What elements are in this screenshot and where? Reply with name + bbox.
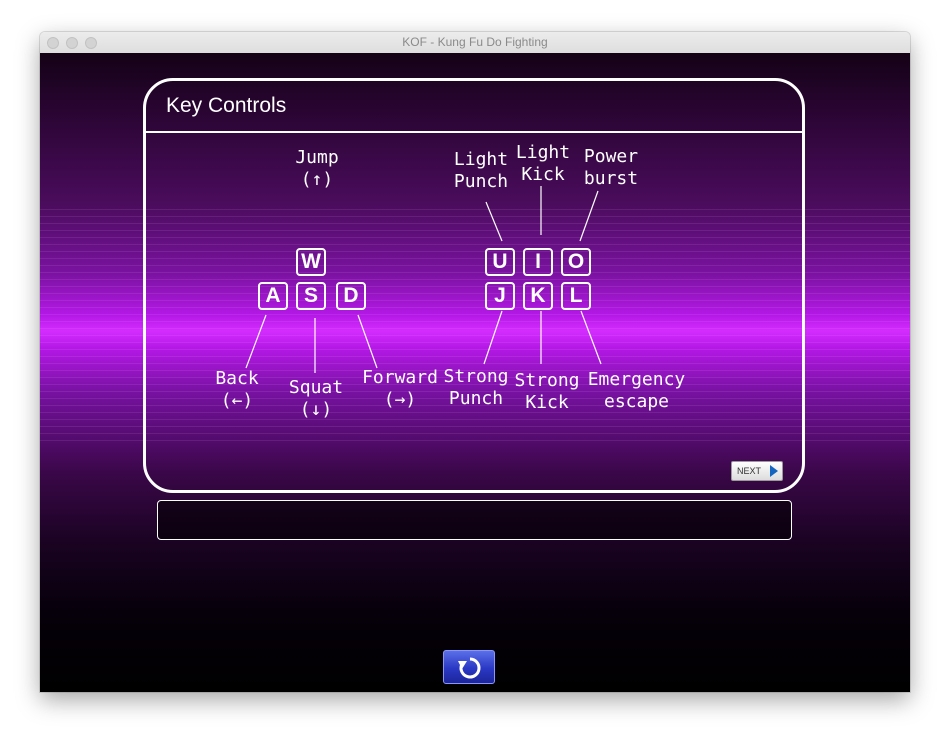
label-emergency-escape: Emergency escape [587,369,686,412]
close-window-button[interactable] [47,37,59,49]
message-box [157,500,792,540]
key-controls-panel: Key Controls W A S D U I O J K L Jump (↑… [143,78,805,493]
next-button[interactable]: NEXT [731,461,783,481]
line-emergency-escape [580,310,602,365]
key-l: L [561,282,591,310]
key-s: S [296,282,326,310]
key-u: U [485,248,515,276]
line-power-burst [579,190,599,242]
next-button-label: NEXT [737,466,762,476]
key-o: O [561,248,591,276]
label-squat: Squat (↓) [288,377,344,420]
key-j: J [485,282,515,310]
label-jump: Jump (↑) [295,147,339,190]
key-w: W [296,248,326,276]
label-back: Back (←) [215,368,259,411]
restart-button[interactable] [443,650,495,684]
app-window: KOF - Kung Fu Do Fighting Key Controls W… [40,32,910,692]
key-d: D [336,282,366,310]
arrow-right-icon [770,465,778,477]
line-back [245,314,267,369]
title-bar: KOF - Kung Fu Do Fighting [40,32,910,54]
minimize-window-button[interactable] [66,37,78,49]
connector-lines [245,186,602,373]
line-light-punch [485,201,503,242]
key-a: A [258,282,288,310]
line-forward [357,314,378,369]
line-strong-punch [483,310,503,365]
window-title: KOF - Kung Fu Do Fighting [402,35,548,49]
key-k: K [523,282,553,310]
restart-icon [458,657,481,679]
key-i: I [523,248,553,276]
zoom-window-button[interactable] [85,37,97,49]
label-power-burst: Power burst [583,146,639,189]
game-stage: Key Controls W A S D U I O J K L Jump (↑… [40,53,910,692]
